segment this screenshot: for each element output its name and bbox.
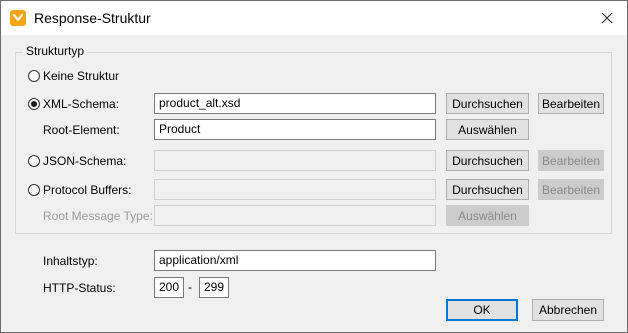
http-status-separator: - bbox=[188, 280, 192, 294]
root-element-input[interactable]: Product bbox=[154, 119, 436, 140]
close-button[interactable] bbox=[587, 1, 627, 35]
radio-no-structure[interactable] bbox=[28, 70, 40, 82]
xml-edit-button[interactable]: Bearbeiten bbox=[538, 93, 604, 114]
json-edit-button: Bearbeiten bbox=[538, 150, 604, 171]
root-message-type-select-button: Auswählen bbox=[446, 205, 529, 226]
xml-schema-path-input[interactable]: product_alt.xsd bbox=[154, 93, 436, 114]
http-status-from-input[interactable]: 200 bbox=[154, 277, 184, 298]
radio-json-schema[interactable] bbox=[28, 155, 40, 167]
response-structure-dialog: Response-Struktur Strukturtyp Keine Stru… bbox=[0, 0, 628, 333]
json-browse-button[interactable]: Durchsuchen bbox=[446, 150, 529, 171]
content-type-label: Inhaltstyp: bbox=[43, 254, 98, 268]
altova-app-icon bbox=[10, 10, 26, 26]
content-type-input[interactable]: application/xml bbox=[154, 250, 436, 271]
no-structure-label[interactable]: Keine Struktur bbox=[43, 69, 119, 83]
xml-schema-label[interactable]: XML-Schema: bbox=[43, 97, 119, 111]
xml-browse-button[interactable]: Durchsuchen bbox=[446, 93, 529, 114]
protobuf-browse-button[interactable]: Durchsuchen bbox=[446, 179, 529, 200]
json-schema-path-input bbox=[154, 150, 436, 171]
close-icon bbox=[601, 12, 613, 24]
protocol-buffers-path-input bbox=[154, 179, 436, 200]
cancel-button[interactable]: Abbrechen bbox=[532, 299, 604, 321]
http-status-to-input[interactable]: 299 bbox=[199, 277, 229, 298]
protobuf-edit-button: Bearbeiten bbox=[538, 179, 604, 200]
root-element-label: Root-Element: bbox=[43, 123, 120, 137]
protocol-buffers-label[interactable]: Protocol Buffers: bbox=[43, 183, 132, 197]
radio-xml-schema[interactable] bbox=[28, 98, 40, 110]
window-title: Response-Struktur bbox=[34, 10, 151, 26]
json-schema-label[interactable]: JSON-Schema: bbox=[43, 154, 126, 168]
http-status-label: HTTP-Status: bbox=[43, 281, 116, 295]
radio-protocol-buffers[interactable] bbox=[28, 184, 40, 196]
title-bar: Response-Struktur bbox=[1, 1, 627, 35]
root-element-select-button[interactable]: Auswählen bbox=[446, 119, 529, 140]
structure-type-group-label: Strukturtyp bbox=[23, 44, 88, 58]
ok-button[interactable]: OK bbox=[446, 299, 518, 321]
root-message-type-label: Root Message Type: bbox=[43, 209, 153, 223]
root-message-type-input bbox=[154, 205, 436, 226]
